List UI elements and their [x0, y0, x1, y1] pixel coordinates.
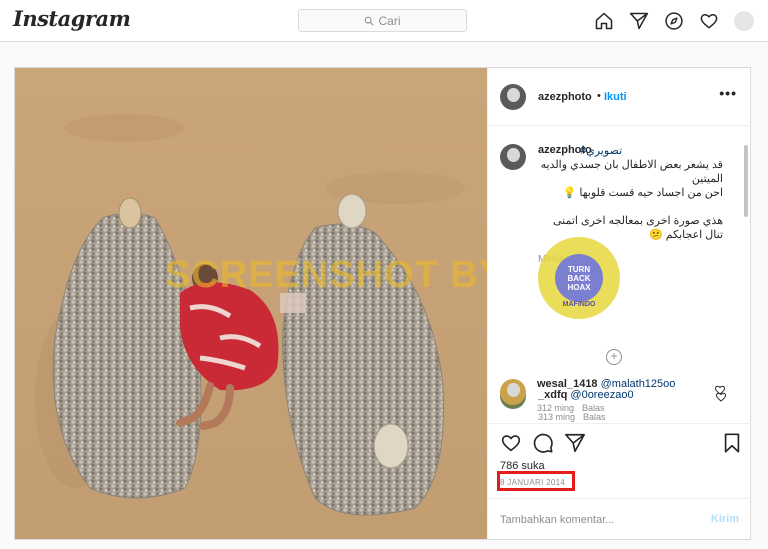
save-icon[interactable] [721, 432, 743, 454]
nav-icons [593, 10, 755, 32]
post-header: azezphoto • Ikuti ••• [488, 68, 751, 126]
top-navigation: Instagram Cari [0, 0, 768, 42]
direct-icon[interactable] [628, 10, 650, 32]
post-actions: 786 suka 8 JANUARI 2014 [488, 423, 751, 503]
follow-button[interactable]: Ikuti [604, 91, 627, 103]
comment-input[interactable] [500, 511, 690, 529]
author-avatar[interactable] [500, 84, 526, 110]
search-box[interactable]: Cari [298, 9, 467, 32]
comment-icon[interactable] [532, 432, 554, 454]
post-photo[interactable]: SCREENSHOT BY [15, 68, 487, 539]
photo-illustration [15, 68, 487, 539]
search-icon [365, 16, 375, 26]
share-icon[interactable] [564, 432, 586, 454]
comment-username[interactable]: wesal_1418 [537, 378, 598, 390]
date-highlight-box [497, 471, 575, 491]
reply-button[interactable]: Balas [582, 403, 605, 413]
add-comment-bar: Kirim [488, 498, 751, 539]
explore-icon[interactable] [663, 10, 685, 32]
comment-meta: 312 ming Balas [537, 403, 605, 413]
profile-avatar[interactable] [733, 10, 755, 32]
more-options-icon[interactable]: ••• [719, 85, 737, 101]
author-username[interactable]: azezphoto [538, 91, 592, 103]
watermark-text: SCREENSHOT BY [165, 254, 487, 296]
like-icon[interactable] [500, 432, 522, 454]
search-placeholder: Cari [378, 13, 401, 28]
comment-mention[interactable]: @malath125oo [601, 378, 676, 390]
heart-icon[interactable] [698, 10, 720, 32]
comment-like-icon[interactable] [714, 384, 726, 396]
comment-text: wesal_1418 @malath125oo [537, 378, 675, 390]
home-icon[interactable] [593, 10, 615, 32]
post-comment-button[interactable]: Kirim [711, 513, 739, 525]
separator-dot: • [597, 90, 601, 102]
comment-2: wesal_1418 @malath125oo 312 ming Balas [487, 126, 750, 422]
comment-time: 312 ming [537, 403, 575, 413]
instagram-logo[interactable]: Instagram [13, 6, 131, 31]
